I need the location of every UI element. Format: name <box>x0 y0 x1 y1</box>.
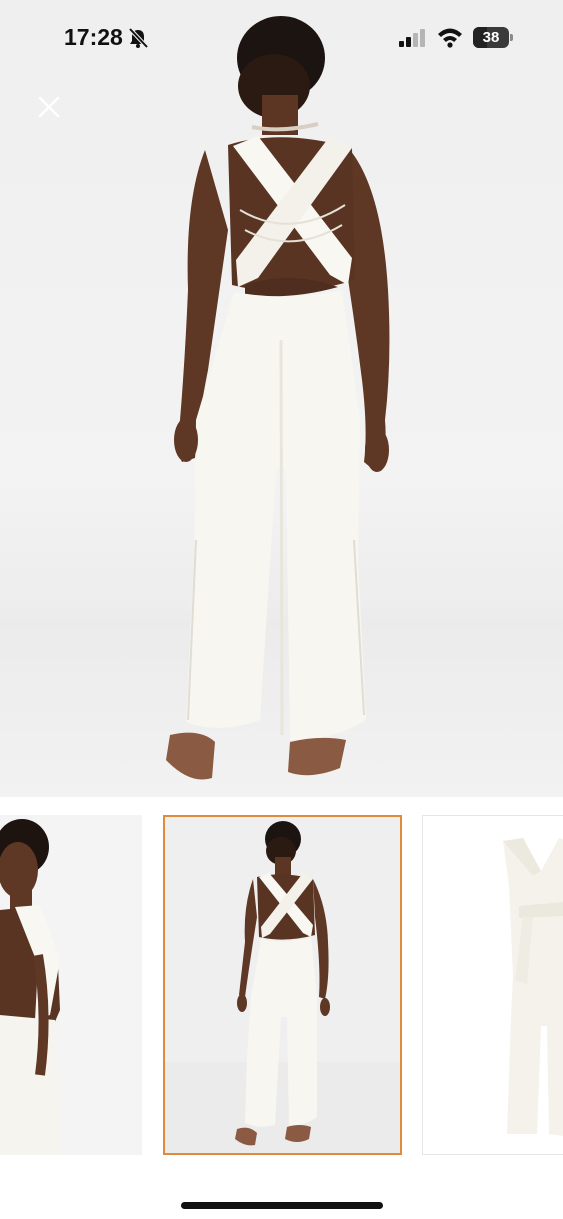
cellular-signal-icon <box>399 29 425 47</box>
thumbnail-side-view[interactable] <box>0 815 142 1155</box>
thumbnail-back-view-selected[interactable] <box>163 815 402 1155</box>
status-time: 17:28 <box>64 24 123 50</box>
status-bar: 17:28 38 <box>0 0 563 76</box>
wifi-icon <box>438 28 462 48</box>
thumbnail-flat-front-view[interactable] <box>422 815 563 1155</box>
bell-slash-icon <box>128 27 149 49</box>
thumbnail-strip <box>0 815 563 1157</box>
model-figure-back-view <box>166 16 390 780</box>
main-product-image[interactable] <box>0 0 563 797</box>
thumbnail-side-view-image <box>0 819 60 1155</box>
battery-level: 38 <box>482 29 500 46</box>
battery-icon: 38 <box>473 27 513 48</box>
home-indicator[interactable] <box>181 1202 383 1209</box>
close-button[interactable] <box>34 92 64 122</box>
thumbnail-back-view-image <box>165 821 400 1153</box>
thumbnail-flat-front-view-image <box>503 838 563 1136</box>
close-icon <box>38 96 60 118</box>
